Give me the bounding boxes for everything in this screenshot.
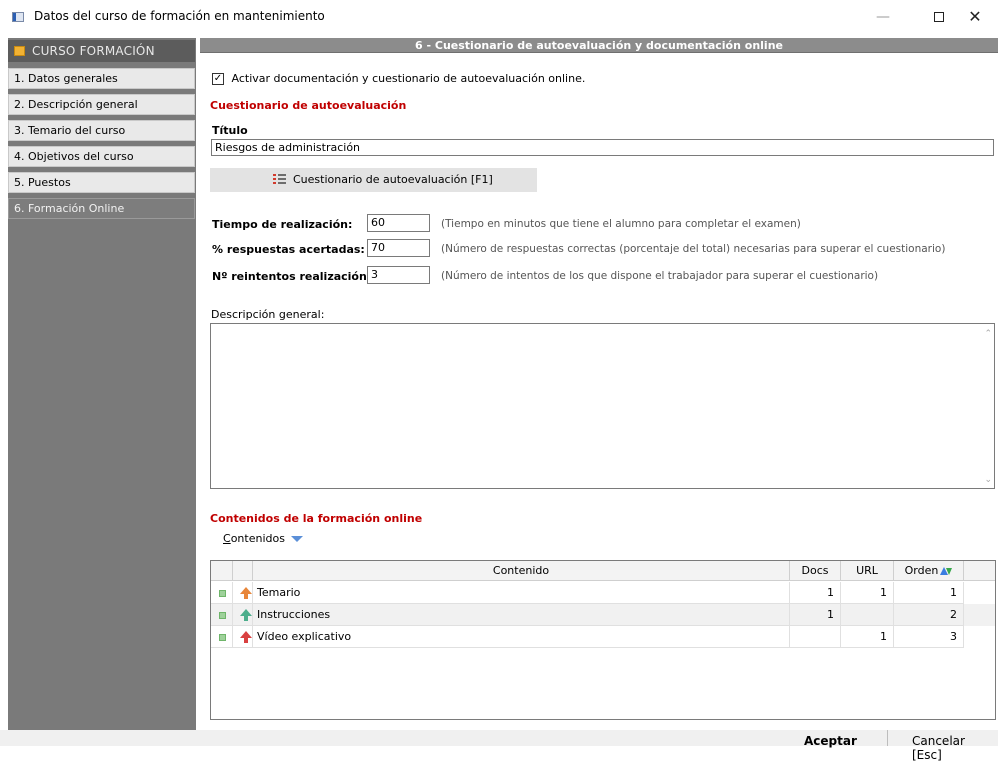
row-contenido: Vídeo explicativo	[253, 626, 790, 648]
respuestas-label: % respuestas acertadas:	[212, 243, 365, 256]
activate-online-row[interactable]: ✓ Activar documentación y cuestionario d…	[212, 72, 585, 86]
row-url	[841, 604, 894, 626]
row-orden: 3	[894, 626, 964, 648]
sidebar-header: CURSO FORMACIÓN	[8, 40, 195, 62]
reintentos-label: Nº reintentos realización:	[212, 270, 372, 283]
titulo-label: Título	[212, 124, 248, 137]
footer-bar: Aceptar Cancelar [Esc]	[0, 730, 998, 762]
quiz-section-title: Cuestionario de autoevaluación	[210, 99, 407, 112]
tiempo-hint: (Tiempo en minutos que tiene el alumno p…	[441, 218, 801, 230]
title-bar: Datos del curso de formación en mantenim…	[0, 0, 998, 34]
header-docs[interactable]: Docs	[790, 561, 841, 581]
descripcion-label: Descripción general:	[211, 308, 325, 321]
activate-online-checkbox[interactable]: ✓	[212, 73, 224, 85]
sidebar-header-label: CURSO FORMACIÓN	[32, 44, 155, 58]
quiz-button[interactable]: Cuestionario de autoevaluación [F1]	[210, 168, 537, 192]
sidebar-item-puestos[interactable]: 5. Puestos	[8, 172, 195, 193]
arrow-stem	[244, 593, 248, 599]
respuestas-input[interactable]: 70	[367, 239, 430, 257]
window-title: Datos del curso de formación en mantenim…	[34, 9, 325, 23]
activate-online-label: Activar documentación y cuestionario de …	[231, 72, 586, 85]
status-square-icon	[219, 634, 226, 641]
row-orden: 2	[894, 604, 964, 626]
tiempo-input[interactable]: 60	[367, 214, 430, 232]
table-header: Contenido Docs URL Orden	[211, 561, 995, 581]
row-docs: 1	[790, 604, 841, 626]
minimize-button[interactable]: —	[860, 4, 906, 30]
descripcion-textarea[interactable]	[210, 323, 995, 489]
sidebar-item-temario[interactable]: 3. Temario del curso	[8, 120, 195, 141]
app-icon	[12, 12, 24, 22]
reintentos-hint: (Número de intentos de los que dispone e…	[441, 270, 879, 282]
section-header: 6 - Cuestionario de autoevaluación y doc…	[200, 38, 998, 53]
row-orden: 1	[894, 582, 964, 604]
arrow-stem	[244, 637, 248, 643]
row-contenido: Temario	[253, 582, 790, 604]
contents-section-title: Contenidos de la formación online	[210, 512, 423, 525]
contents-table: Contenido Docs URL Orden Temario 1 1 1 I…	[210, 560, 996, 720]
maximize-icon	[934, 12, 944, 22]
reintentos-input[interactable]: 3	[367, 266, 430, 284]
tiempo-label: Tiempo de realización:	[212, 218, 353, 231]
header-icon-col	[233, 561, 253, 581]
row-status-cell	[211, 604, 233, 626]
row-url: 1	[841, 626, 894, 648]
sidebar-item-objetivos[interactable]: 4. Objetivos del curso	[8, 146, 195, 167]
folder-icon	[14, 46, 25, 56]
header-orden[interactable]: Orden	[894, 561, 964, 581]
table-row[interactable]: Temario 1 1 1	[211, 582, 995, 604]
row-status-cell	[211, 626, 233, 648]
sidebar-item-formacion-online[interactable]: 6. Formación Online	[8, 198, 195, 219]
status-square-icon	[219, 590, 226, 597]
row-docs: 1	[790, 582, 841, 604]
header-status-col	[211, 561, 233, 581]
contenidos-label: ontenidos	[230, 532, 285, 545]
row-icon-cell	[233, 626, 253, 648]
header-url[interactable]: URL	[841, 561, 894, 581]
sort-icon[interactable]	[940, 566, 953, 576]
row-docs	[790, 626, 841, 648]
quiz-button-label: Cuestionario de autoevaluación [F1]	[293, 173, 493, 186]
titulo-input[interactable]: Riesgos de administración	[211, 139, 994, 156]
row-contenido: Instrucciones	[253, 604, 790, 626]
contenidos-dropdown-button[interactable]: Contenidos	[223, 532, 303, 545]
table-row[interactable]: Vídeo explicativo 1 3	[211, 626, 995, 648]
close-button[interactable]: ✕	[952, 4, 998, 30]
sidebar: CURSO FORMACIÓN 1. Datos generales 2. De…	[8, 38, 196, 730]
list-icon	[273, 174, 286, 186]
contenidos-accesskey: C	[223, 532, 231, 545]
row-icon-cell	[233, 582, 253, 604]
row-status-cell	[211, 582, 233, 604]
footer-divider	[887, 730, 888, 746]
row-icon-cell	[233, 604, 253, 626]
main-panel: 6 - Cuestionario de autoevaluación y doc…	[200, 38, 998, 730]
header-contenido[interactable]: Contenido	[253, 561, 790, 581]
table-row[interactable]: Instrucciones 1 2	[211, 604, 995, 626]
chevron-down-icon	[290, 536, 303, 542]
respuestas-hint: (Número de respuestas correctas (porcent…	[441, 243, 946, 255]
arrow-stem	[244, 615, 248, 621]
cancel-button[interactable]: Cancelar [Esc]	[912, 734, 998, 762]
header-orden-label: Orden	[904, 564, 939, 577]
sidebar-item-descripcion-general[interactable]: 2. Descripción general	[8, 94, 195, 115]
sidebar-item-datos-generales[interactable]: 1. Datos generales	[8, 68, 195, 89]
row-url: 1	[841, 582, 894, 604]
status-square-icon	[219, 612, 226, 619]
